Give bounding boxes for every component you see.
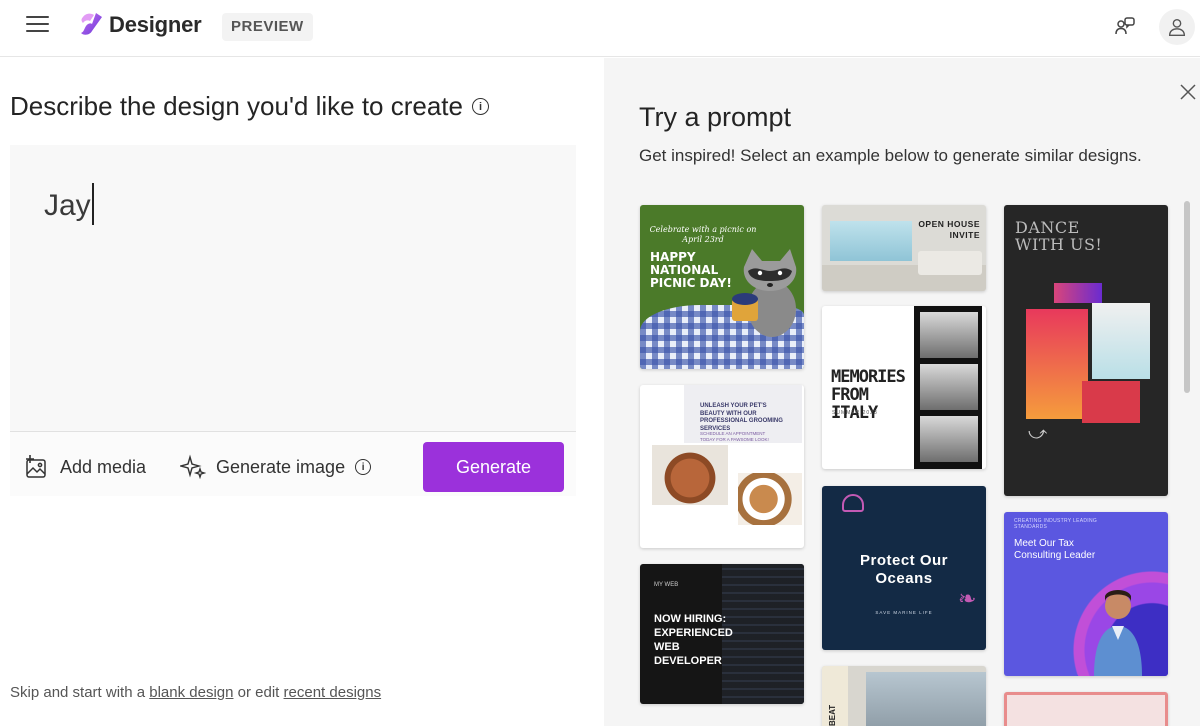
- generate-image-button[interactable]: Generate image i: [180, 454, 372, 480]
- text-caret: [91, 183, 94, 225]
- person-photo: [1094, 590, 1142, 676]
- skip-prefix: Skip and start with a: [10, 684, 146, 701]
- add-media-icon: [26, 455, 46, 478]
- card-text: Celebrate with a picnic on April 23rd: [649, 225, 757, 244]
- prompt-heading: Describe the design you'd like to create…: [10, 91, 489, 122]
- dog-photo: [652, 445, 728, 505]
- italy-photo: [920, 364, 978, 410]
- preview-badge: PREVIEW: [222, 13, 313, 41]
- card-subtitle: SCHEDULE AN APPOINTMENT TODAY FOR A PAWS…: [700, 431, 769, 442]
- card-title: Protect Our Oceans: [859, 552, 948, 587]
- blank-design-link[interactable]: blank design: [149, 684, 233, 701]
- card-title: Meet Our Tax Consulting Leader: [1014, 538, 1096, 561]
- recent-designs-link[interactable]: recent designs: [284, 684, 382, 701]
- raccoon-illustration: [732, 249, 797, 337]
- jellyfish-icon: [842, 494, 864, 512]
- card-photo: [866, 672, 986, 726]
- example-card-tax[interactable]: CREATING INDUSTRY LEADING STANDARDS Meet…: [1004, 512, 1168, 676]
- italy-photo: [920, 416, 978, 462]
- scrollbar[interactable]: [1184, 201, 1190, 393]
- dance-photo: [1092, 303, 1150, 379]
- try-prompt-title: Try a prompt: [639, 102, 792, 132]
- seahorse-icon: ❧: [958, 586, 977, 611]
- card-kicker: MY WEB: [654, 582, 679, 588]
- designer-logo-icon: [81, 13, 102, 35]
- app-title[interactable]: Designer: [109, 12, 202, 38]
- example-card-open-house[interactable]: OPEN HOUSE INVITE: [822, 205, 986, 291]
- add-media-button[interactable]: Add media: [24, 454, 146, 480]
- sparkle-icon: [180, 454, 206, 480]
- example-card-pet-grooming[interactable]: UNLEASH YOUR PET'S BEAUTY WITH OUR PROFE…: [640, 385, 804, 548]
- example-card-picnic[interactable]: Celebrate with a picnic on April 23rd HA…: [640, 205, 804, 369]
- italy-photo: [920, 312, 978, 358]
- info-icon[interactable]: i: [472, 98, 489, 115]
- generate-image-label: Generate image: [216, 456, 346, 477]
- example-card-italy[interactable]: MEMORIES FROM ITALY SUMMER 2023: [822, 306, 986, 469]
- card-title: UNLEASH YOUR PET'S BEAUTY WITH OUR PROFE…: [700, 403, 783, 432]
- community-icon[interactable]: [1107, 9, 1143, 45]
- dance-photo: [1026, 309, 1088, 419]
- prompt-panel: Describe the design you'd like to create…: [0, 58, 604, 726]
- account-icon[interactable]: [1159, 9, 1195, 45]
- card-title: NOW HIRING: EXPERIENCED WEB DEVELOPER: [654, 613, 733, 667]
- menu-icon[interactable]: [26, 14, 50, 34]
- dance-photo: [1054, 283, 1102, 303]
- prompt-text[interactable]: Jay: [44, 183, 94, 225]
- example-card-hiring[interactable]: MY WEB NOW HIRING: EXPERIENCED WEB DEVEL…: [640, 564, 804, 704]
- close-icon[interactable]: [1178, 82, 1198, 102]
- example-card-partial[interactable]: [1004, 692, 1168, 726]
- card-subtitle: SUMMER 2023: [832, 410, 878, 416]
- room-window: [830, 221, 912, 261]
- skip-line: Skip and start with a blank design or ed…: [10, 684, 381, 701]
- info-icon[interactable]: i: [355, 459, 372, 475]
- add-media-label: Add media: [60, 456, 147, 477]
- card-kicker: CREATING INDUSTRY LEADING STANDARDS: [1014, 518, 1098, 530]
- example-card-beat[interactable]: BEAT: [822, 666, 986, 726]
- card-title: OPEN HOUSE INVITE: [918, 219, 980, 240]
- try-prompt-subtitle: Get inspired! Select an example below to…: [639, 146, 1142, 165]
- prompt-actions: Add media Generate image i Generate: [10, 432, 576, 496]
- prompt-input[interactable]: Jay: [10, 145, 576, 432]
- card-title: HAPPY NATIONAL PICNIC DAY!: [650, 250, 732, 290]
- skip-middle: or edit: [237, 684, 280, 701]
- card-title: BEAT: [828, 704, 837, 726]
- dog-photo: [738, 473, 802, 525]
- dance-photo: [1082, 381, 1140, 423]
- try-a-prompt-panel: Try a prompt Get inspired! Select an exa…: [604, 58, 1200, 726]
- generate-button[interactable]: Generate: [423, 442, 564, 492]
- example-card-dance[interactable]: DANCE WITH US! ⤻: [1004, 205, 1168, 496]
- card-title: DANCE WITH US!: [1015, 218, 1103, 254]
- example-card-oceans[interactable]: Protect Our Oceans SAVE MARINE LIFE ❧: [822, 486, 986, 650]
- arrow-icon: ⤻: [1028, 423, 1048, 443]
- top-bar: Designer PREVIEW: [0, 0, 1200, 57]
- room-sofa: [918, 251, 982, 275]
- heading-text: Describe the design you'd like to create: [10, 91, 463, 121]
